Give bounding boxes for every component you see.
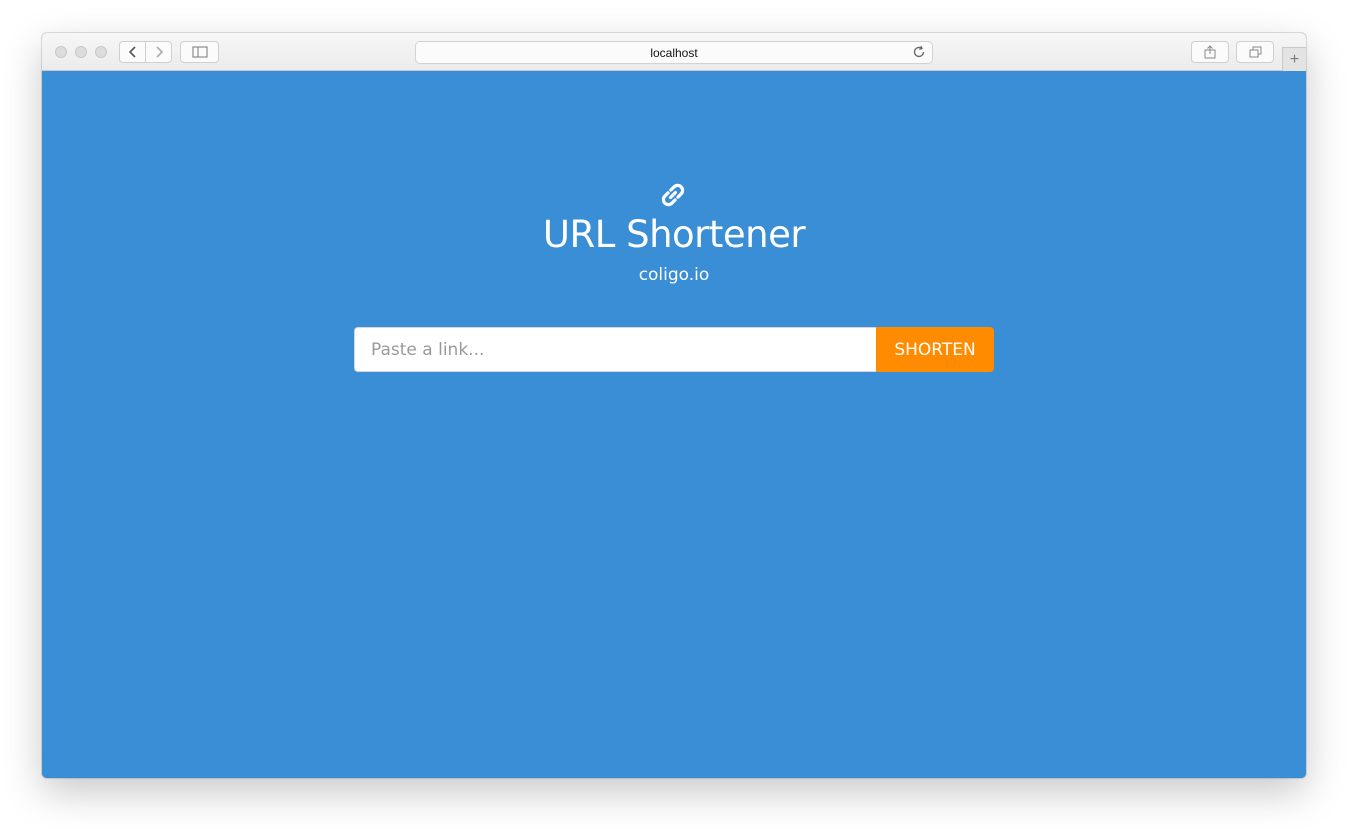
reload-icon bbox=[913, 45, 925, 58]
forward-button[interactable] bbox=[145, 41, 172, 63]
chevron-right-icon bbox=[155, 46, 163, 58]
page-subtitle: coligo.io bbox=[638, 265, 710, 285]
share-button[interactable] bbox=[1191, 41, 1229, 63]
back-button[interactable] bbox=[119, 41, 146, 63]
share-icon bbox=[1204, 45, 1216, 59]
link-icon bbox=[661, 183, 685, 207]
page-title: URL Shortener bbox=[542, 213, 806, 256]
shorten-form: SHORTEN bbox=[354, 327, 994, 372]
address-text: localhost bbox=[650, 46, 698, 60]
page-content: URL Shortener coligo.io SHORTEN bbox=[42, 71, 1306, 778]
tabs-overview-icon bbox=[1249, 46, 1261, 58]
sidebar-button[interactable] bbox=[180, 41, 219, 63]
chevron-left-icon bbox=[128, 46, 136, 58]
address-bar[interactable]: localhost bbox=[415, 41, 933, 64]
reload-button[interactable] bbox=[912, 45, 926, 64]
close-window-button[interactable] bbox=[55, 46, 67, 58]
minimize-window-button[interactable] bbox=[75, 46, 87, 58]
sidebar-icon bbox=[192, 46, 207, 58]
url-input[interactable] bbox=[354, 327, 876, 372]
new-tab-button[interactable]: + bbox=[1282, 47, 1306, 71]
zoom-window-button[interactable] bbox=[95, 46, 107, 58]
shorten-button[interactable]: SHORTEN bbox=[876, 327, 994, 372]
tabs-overview-button[interactable] bbox=[1236, 41, 1274, 63]
browser-toolbar: localhost + bbox=[42, 33, 1306, 71]
browser-window: localhost + URL Shortener coligo.io Past… bbox=[42, 33, 1306, 778]
